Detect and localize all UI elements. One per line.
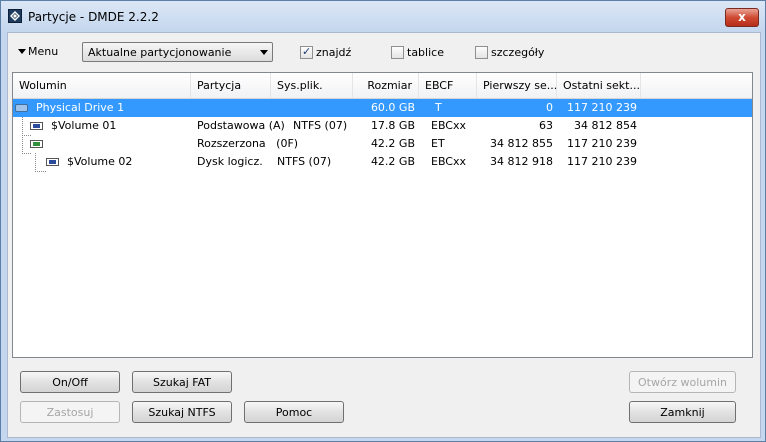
last-sector: 117 210 239	[567, 101, 637, 114]
title-bar[interactable]: Partycje - DMDE 2.2.2 x	[1, 1, 765, 31]
last-sector: 34 812 854	[574, 119, 637, 132]
partitions-window: Partycje - DMDE 2.2.2 x Menu Aktualne pa…	[0, 0, 766, 442]
table-row[interactable]: Physical Drive 1 60.0 GB T 0 117 210 239	[13, 99, 752, 117]
partition-type: Rozszerzona (0F)	[197, 137, 299, 150]
size: 42.2 GB	[370, 137, 415, 150]
first-sector: 0	[546, 101, 553, 114]
client-area: Menu Aktualne partycjonowanie ✓ znajdź t…	[7, 32, 761, 438]
size: 42.2 GB	[370, 155, 415, 168]
volume-name: Physical Drive 1	[36, 101, 125, 114]
column-header-first-sector[interactable]: Pierwszy se...	[477, 73, 557, 98]
last-sector: 117 210 239	[567, 155, 637, 168]
ebcf: EBCxx	[431, 119, 467, 132]
filesystem: NTFS (07)	[293, 119, 348, 132]
column-header-partition[interactable]: Partycja	[191, 73, 271, 98]
details-checkbox-label[interactable]: szczegóły	[491, 46, 544, 59]
details-checkbox[interactable]	[475, 46, 488, 59]
volume-icon	[46, 158, 59, 166]
table-row[interactable]: $Volume 01 Podstawowa (A) NTFS (07) 17.8…	[13, 117, 752, 135]
close-window-button[interactable]: x	[725, 8, 759, 27]
menu-button[interactable]: Menu	[18, 45, 58, 58]
volume-name: $Volume 01	[51, 119, 117, 132]
extended-partition-icon	[30, 140, 43, 148]
column-header-last-sector[interactable]: Ostatni sekt...	[557, 73, 641, 98]
search-fat-button[interactable]: Szukaj FAT	[132, 371, 232, 393]
table-row[interactable]: $Volume 02 Dysk logicz. NTFS (07) 42.2 G…	[13, 153, 752, 171]
column-header-filesystem[interactable]: Sys.plik.	[271, 73, 353, 98]
last-sector: 117 210 239	[567, 137, 637, 150]
ebcf: ET	[431, 137, 445, 150]
menu-label: Menu	[28, 45, 59, 58]
column-header-size[interactable]: Rozmiar	[353, 73, 419, 98]
list-header: Wolumin Partycja Sys.plik. Rozmiar EBCF …	[13, 73, 752, 99]
find-checkbox[interactable]: ✓	[300, 45, 313, 59]
toolbar: Menu Aktualne partycjonowanie ✓ znajdź t…	[8, 33, 760, 71]
checkmark-icon: ✓	[302, 45, 312, 58]
partition-list[interactable]: Wolumin Partycja Sys.plik. Rozmiar EBCF …	[12, 72, 753, 358]
volume-icon	[30, 122, 43, 130]
tables-checkbox-label[interactable]: tablice	[407, 46, 444, 59]
tables-checkbox[interactable]	[391, 46, 404, 59]
ebcf: EBCxx	[431, 155, 467, 168]
close-button[interactable]: Zamknij	[629, 401, 736, 423]
drive-icon	[15, 104, 28, 112]
filesystem: NTFS (07)	[277, 155, 332, 168]
search-ntfs-button[interactable]: Szukaj NTFS	[132, 401, 232, 423]
chevron-down-icon	[260, 50, 268, 55]
find-checkbox-label[interactable]: znajdź	[316, 46, 351, 59]
apply-button[interactable]: Zastosuj	[20, 401, 120, 423]
partition-type: Podstawowa (A)	[197, 119, 285, 132]
partitioning-view-select[interactable]: Aktualne partycjonowanie	[82, 42, 273, 62]
size: 60.0 GB	[370, 101, 415, 114]
size: 17.8 GB	[370, 119, 415, 132]
on-off-button[interactable]: On/Off	[20, 371, 120, 393]
column-header-ebcf[interactable]: EBCF	[419, 73, 477, 98]
partition-type: Dysk logicz.	[197, 155, 263, 168]
first-sector: 34 812 918	[490, 155, 553, 168]
partitioning-view-value: Aktualne partycjonowanie	[88, 46, 232, 59]
volume-name: $Volume 02	[67, 155, 133, 168]
open-volume-button[interactable]: Otwórz wolumin	[629, 371, 736, 393]
window-title: Partycje - DMDE 2.2.2	[28, 10, 159, 24]
first-sector: 63	[539, 119, 553, 132]
table-row[interactable]: Rozszerzona (0F) 42.2 GB ET 34 812 855 1…	[13, 135, 752, 153]
ebcf: T	[435, 101, 442, 114]
first-sector: 34 812 855	[490, 137, 553, 150]
help-button[interactable]: Pomoc	[244, 401, 344, 423]
column-header-volume[interactable]: Wolumin	[13, 73, 191, 98]
dmde-app-icon	[8, 9, 22, 23]
menu-dropdown-icon	[18, 49, 26, 54]
